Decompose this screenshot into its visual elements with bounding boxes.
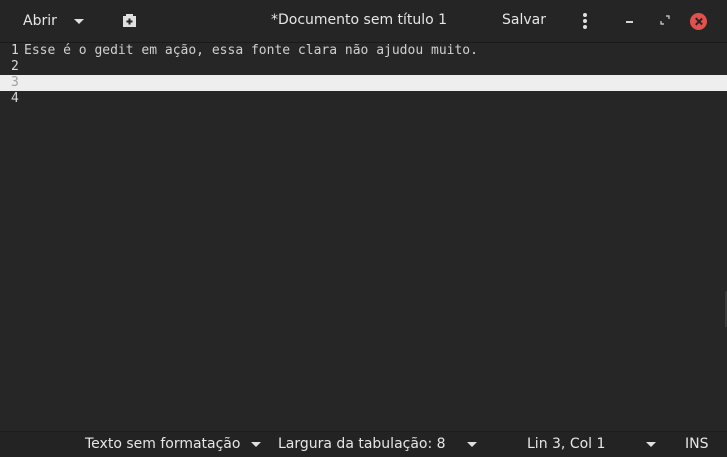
editor-line[interactable]: 4 xyxy=(0,91,727,107)
minimize-icon[interactable] xyxy=(626,21,633,23)
text-editor[interactable]: 1 Esse é o gedit em ação, essa fonte cla… xyxy=(0,43,727,431)
menu-icon[interactable] xyxy=(582,13,588,31)
insert-mode-indicator[interactable]: INS xyxy=(685,436,709,452)
editor-line[interactable]: 1 Esse é o gedit em ação, essa fonte cla… xyxy=(0,43,727,59)
maximize-icon[interactable] xyxy=(660,15,670,25)
line-text[interactable]: Esse é o gedit em ação, essa fonte clara… xyxy=(24,43,478,59)
line-number: 3 xyxy=(11,75,19,90)
cursor-position[interactable]: Lin 3, Col 1 xyxy=(527,436,605,452)
gedit-window: Abrir *Documento sem título 1 Salvar 1 E… xyxy=(0,0,727,457)
syntax-dropdown-icon[interactable] xyxy=(251,442,261,447)
status-bar: Texto sem formatação Largura da tabulaçã… xyxy=(0,431,727,457)
line-number: 1 xyxy=(11,43,19,58)
open-button-label: Abrir xyxy=(23,13,57,29)
editor-line-current[interactable]: 3 xyxy=(0,75,727,91)
header-bar: Abrir *Documento sem título 1 Salvar xyxy=(0,0,727,43)
save-button[interactable]: Salvar xyxy=(502,12,546,28)
window-title: *Documento sem título 1 xyxy=(271,12,448,28)
tab-width-selector[interactable]: Largura da tabulação: 8 xyxy=(278,436,446,452)
line-number: 4 xyxy=(11,91,19,106)
open-button[interactable]: Abrir xyxy=(12,8,57,34)
open-recent-dropdown-icon[interactable] xyxy=(74,19,84,24)
syntax-selector[interactable]: Texto sem formatação xyxy=(85,436,240,452)
tab-width-dropdown-icon[interactable] xyxy=(467,442,477,447)
new-document-icon[interactable] xyxy=(122,14,137,28)
editor-line[interactable]: 2 xyxy=(0,59,727,75)
line-number: 2 xyxy=(11,59,19,74)
cursor-position-dropdown-icon[interactable] xyxy=(646,442,656,447)
close-icon[interactable] xyxy=(690,13,707,30)
